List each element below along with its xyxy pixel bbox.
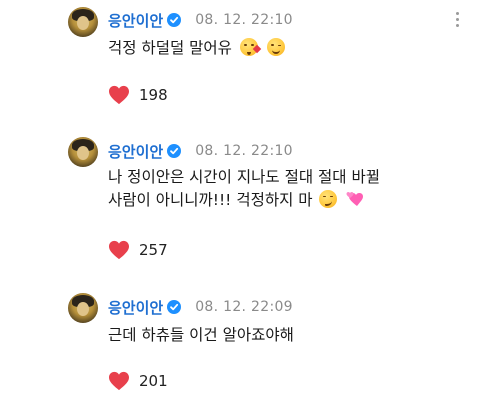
more-vertical-icon[interactable] xyxy=(456,12,460,30)
timestamp: 08. 12. 22:10 xyxy=(195,12,293,28)
comment-line: 나 정이안은 시간이 지나도 절대 절대 바뀔 xyxy=(108,168,380,186)
comment-feed: 응안이안 08. 12. 22:10 걱정 하덜덜 말어유 198 응안이안 0… xyxy=(0,0,480,411)
comment-text: 근데 하츄들 이건 알아죠야해 xyxy=(108,324,294,347)
comment-text: 걱정 하덜덜 말어유 xyxy=(108,37,285,60)
author-name[interactable]: 응안이안 xyxy=(108,141,163,162)
avatar[interactable] xyxy=(68,137,98,167)
comment-line: 근데 하츄들 이건 알아죠야해 xyxy=(108,326,294,344)
heart-icon[interactable] xyxy=(108,85,130,105)
verified-badge-icon xyxy=(167,144,182,158)
like-row: 257 xyxy=(108,238,168,262)
like-row: 198 xyxy=(108,83,168,107)
wink-emoji xyxy=(266,38,285,56)
like-count: 201 xyxy=(139,372,168,390)
heart-icon[interactable] xyxy=(108,240,130,260)
avatar[interactable] xyxy=(68,7,98,37)
author-name[interactable]: 응안이안 xyxy=(108,297,163,318)
comment-text: 나 정이안은 시간이 지나도 절대 절대 바뀔 사람이 아니니까!!! 걱정하지… xyxy=(108,166,380,212)
comment-line: 사람이 아니니까!!! 걱정하지 마 xyxy=(108,191,313,209)
like-row: 201 xyxy=(108,369,168,393)
kissing-heart-emoji xyxy=(239,38,262,56)
comment-header: 응안이안 08. 12. 22:10 xyxy=(108,140,293,162)
comment-header: 응안이안 08. 12. 22:09 xyxy=(108,296,293,318)
timestamp: 08. 12. 22:09 xyxy=(195,299,293,315)
timestamp: 08. 12. 22:10 xyxy=(195,143,293,159)
smirk-emoji xyxy=(319,190,338,208)
comment-header: 응안이안 08. 12. 22:10 xyxy=(108,9,293,31)
heart-icon[interactable] xyxy=(108,371,130,391)
verified-badge-icon xyxy=(167,13,182,27)
comment-line: 걱정 하덜덜 말어유 xyxy=(108,39,232,57)
like-count: 257 xyxy=(139,241,168,259)
author-name[interactable]: 응안이안 xyxy=(108,10,163,31)
verified-badge-icon xyxy=(167,300,182,314)
two-hearts-emoji xyxy=(346,192,364,206)
like-count: 198 xyxy=(139,86,168,104)
avatar[interactable] xyxy=(68,293,98,323)
